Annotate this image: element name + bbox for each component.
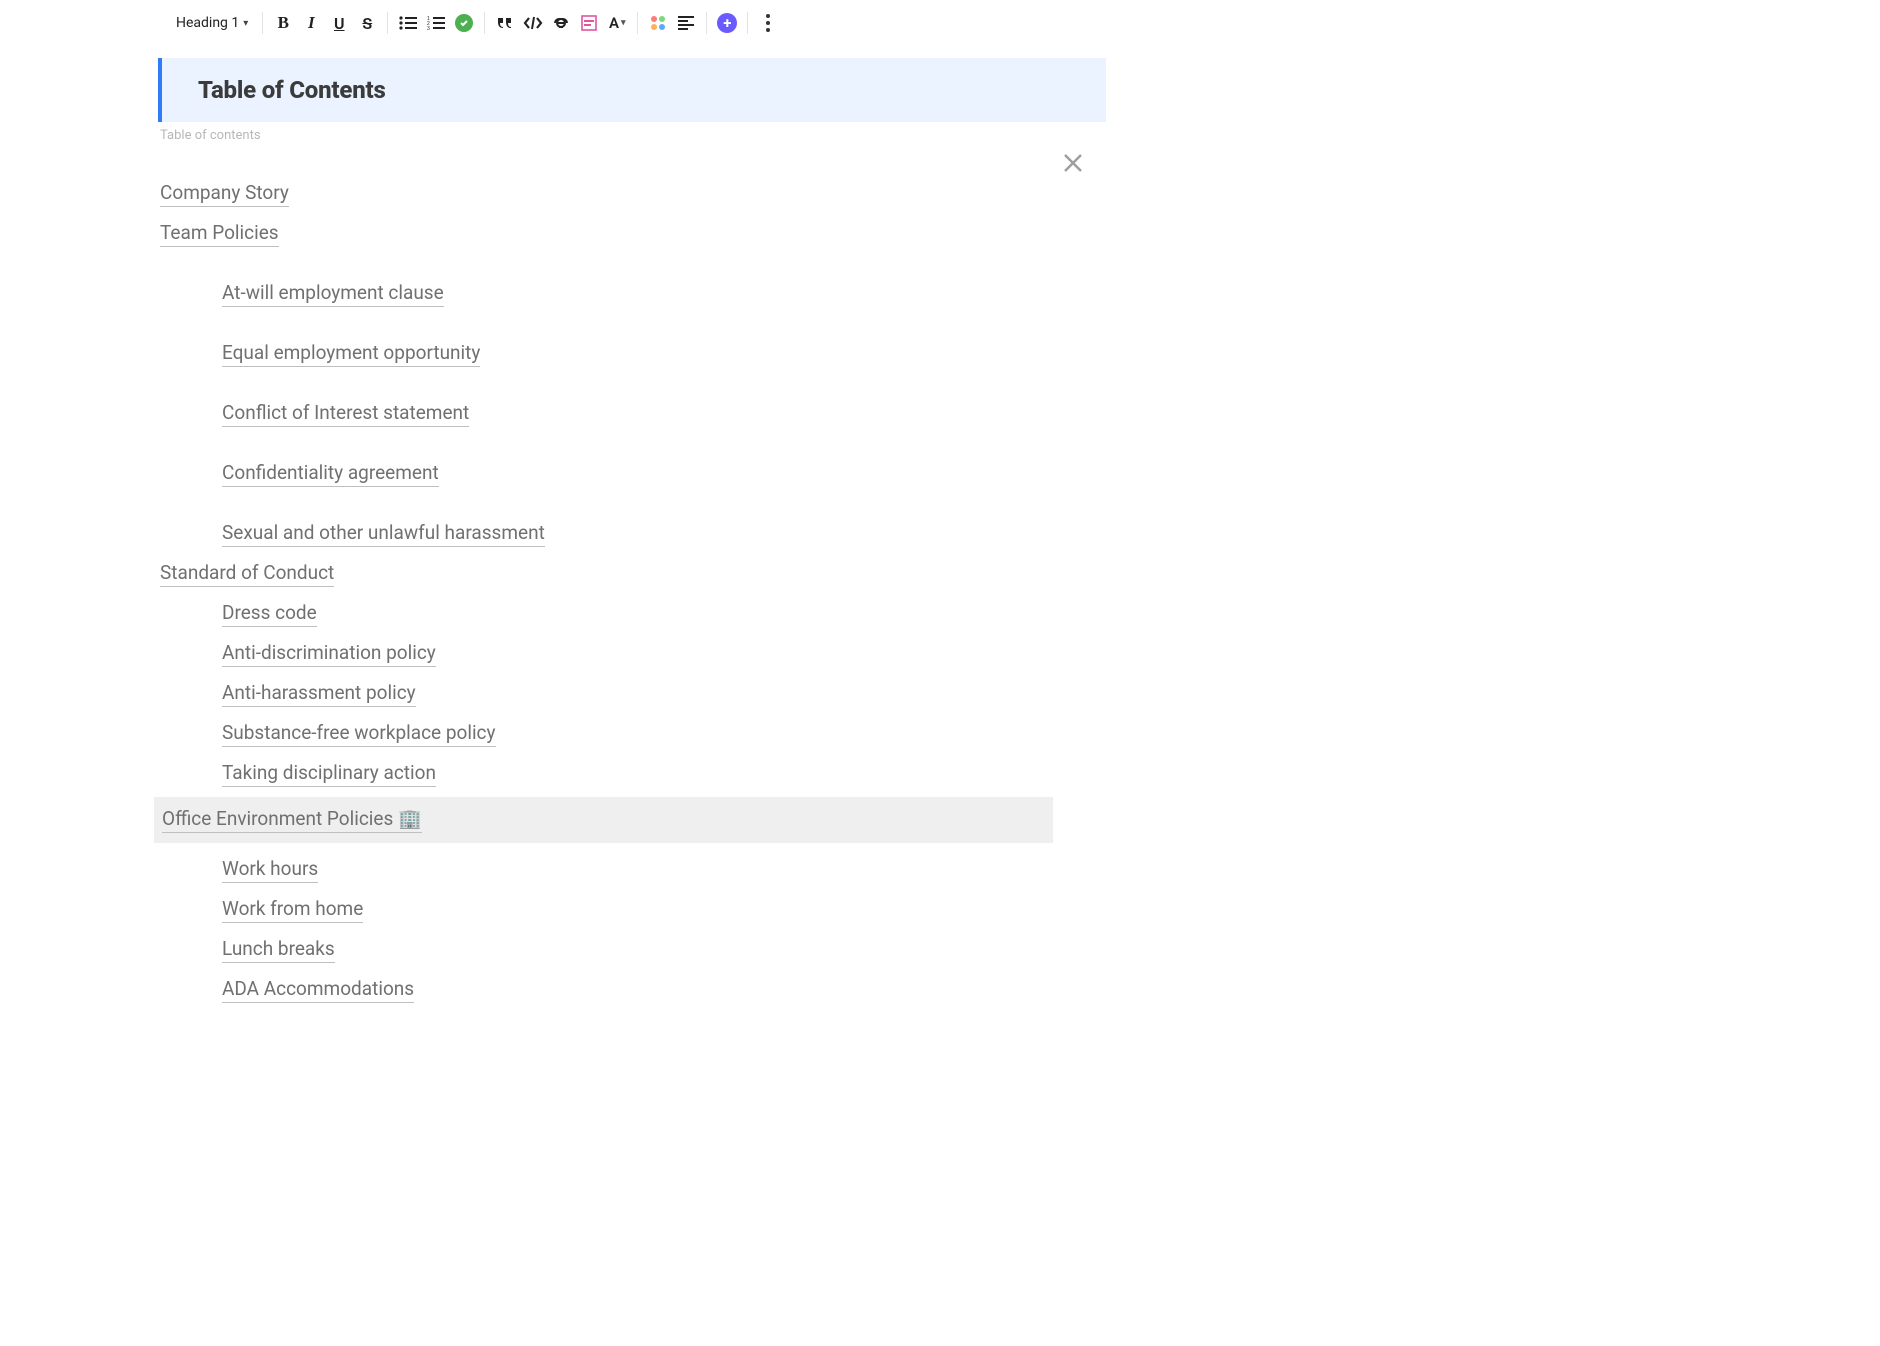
numbered-list-button[interactable]: 1 2 3 [422,9,450,37]
link-icon [552,16,570,30]
toc-link[interactable]: Company Story [160,181,289,207]
italic-button[interactable]: I [297,9,325,37]
toc-link[interactable]: Team Policies [160,221,279,247]
toc-row: ADA Accommodations [158,963,1053,1003]
toc-row: Dress code [158,587,1053,627]
code-button[interactable] [519,9,547,37]
caret-down-icon: ▾ [621,18,626,28]
link-button[interactable] [547,9,575,37]
underline-button[interactable]: U [325,9,353,37]
close-icon [1062,152,1084,174]
code-icon [523,16,543,30]
toc-link[interactable]: Anti-harassment policy [222,681,416,707]
toc-row: Equal employment opportunity [158,307,1053,367]
numbered-list-icon: 1 2 3 [427,16,445,30]
toolbar-divider [706,12,707,34]
color-dots-icon [651,16,665,30]
toc-link[interactable]: Sexual and other unlawful harassment [222,521,545,547]
banner-button[interactable] [575,9,603,37]
toolbar-divider [637,12,638,34]
toc-link[interactable]: Conflict of Interest statement [222,401,469,427]
banner-icon [581,15,597,31]
close-button[interactable] [1062,152,1084,178]
align-left-icon [678,16,694,30]
toc-link[interactable]: Work from home [222,897,363,923]
text-style-label: Heading 1 [176,15,239,31]
toc-link[interactable]: Lunch breaks [222,937,335,963]
toc-link[interactable]: Equal employment opportunity [222,341,480,367]
quote-button[interactable] [491,9,519,37]
checklist-button[interactable] [450,9,478,37]
toc-row: Taking disciplinary action [158,747,1053,787]
toc-link[interactable]: Anti-discrimination policy [222,641,436,667]
toc-row: At-will employment clause [158,247,1053,307]
more-vertical-icon [766,14,770,32]
text-color-button[interactable]: A▾ [603,9,631,37]
toc-link[interactable]: Taking disciplinary action [222,761,436,787]
bold-icon: B [278,13,289,33]
toc-row: Anti-harassment policy [158,667,1053,707]
toc-link[interactable]: Confidentiality agreement [222,461,439,487]
toc-row: Work from home [158,883,1053,923]
bulleted-list-button[interactable] [394,9,422,37]
toc-list: Company Story Team Policies At-will employ… [158,167,1053,1003]
toc-link[interactable]: Substance-free workplace policy [222,721,496,747]
toc-row: Standard of Conduct [158,547,1053,587]
toc-row: Substance-free workplace policy [158,707,1053,747]
toc-label: Table of contents [160,128,1320,143]
underline-icon: U [334,14,345,33]
svg-text:3: 3 [427,26,430,30]
toc-row: Work hours [158,843,1053,883]
toc-link[interactable]: Dress code [222,601,317,627]
strikethrough-button[interactable]: S [353,9,381,37]
toolbar-divider [387,12,388,34]
quote-icon [496,16,514,30]
strikethrough-icon: S [362,14,372,33]
toc-row: Anti-discrimination policy [158,627,1053,667]
check-circle-icon [455,14,473,32]
toc-row: Team Policies [158,207,1053,247]
insert-button[interactable]: + [713,9,741,37]
toc-row: Company Story [158,167,1053,207]
toc-row: Lunch breaks [158,923,1053,963]
more-button[interactable] [754,9,782,37]
editor-toolbar: Heading 1 ▾ B I U S 1 2 3 [168,6,1320,40]
toc-link[interactable]: Work hours [222,857,318,883]
toc-link[interactable]: Office Environment Policies 🏢 [162,807,422,833]
toolbar-divider [262,12,263,34]
highlight-color-button[interactable] [644,9,672,37]
toolbar-divider [747,12,748,34]
toc-row: Office Environment Policies 🏢 [154,797,1053,843]
align-button[interactable] [672,9,700,37]
plus-circle-icon: + [717,13,737,33]
toc-row: Conflict of Interest statement [158,367,1053,427]
caret-down-icon: ▾ [243,18,248,29]
text-color-icon: A [609,14,619,32]
bulleted-list-icon [399,16,417,30]
toc-row: Confidentiality agreement [158,427,1053,487]
toc-row: Sexual and other unlawful harassment [158,487,1053,547]
italic-icon: I [308,13,315,33]
toc-link[interactable]: Standard of Conduct [160,561,334,587]
text-style-select[interactable]: Heading 1 ▾ [168,9,256,37]
toc-link[interactable]: ADA Accommodations [222,977,414,1003]
toc-banner-title: Table of Contents [198,76,1070,104]
toc-link[interactable]: At-will employment clause [222,281,444,307]
toolbar-divider [484,12,485,34]
bold-button[interactable]: B [269,9,297,37]
toc-banner: Table of Contents [158,58,1106,122]
